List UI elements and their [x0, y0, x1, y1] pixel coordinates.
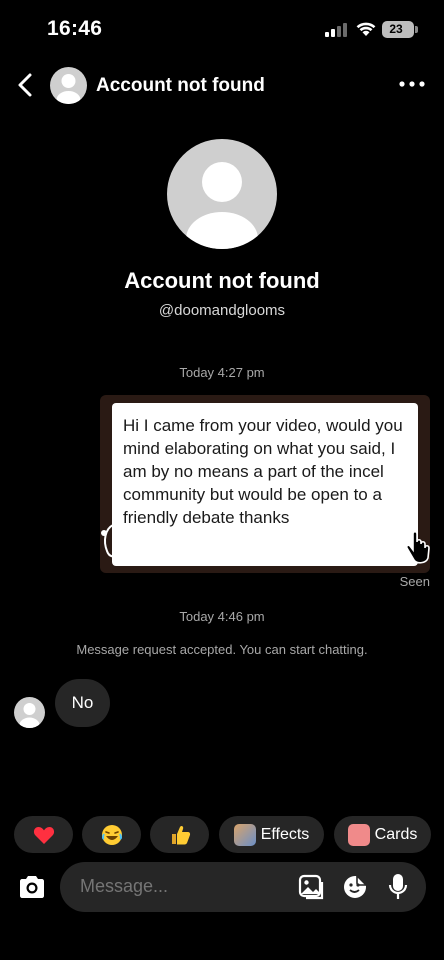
quick-heart-button[interactable] — [14, 816, 73, 853]
hand-pointer-icon — [405, 530, 430, 564]
more-options-icon[interactable] — [398, 78, 426, 90]
message-timestamp: Today 4:27 pm — [179, 365, 265, 380]
cards-button[interactable]: Cards — [334, 816, 431, 853]
default-user-icon — [19, 703, 40, 728]
back-arrow-icon[interactable] — [12, 70, 40, 100]
received-message-bubble[interactable]: No — [55, 679, 110, 727]
system-message: Message request accepted. You can start … — [76, 642, 368, 657]
sent-message-bubble[interactable]: Hi I came from your video, would you min… — [112, 403, 418, 566]
profile-name: Account not found — [124, 268, 320, 293]
laughing-face-icon — [101, 824, 122, 845]
red-heart-icon — [33, 826, 54, 844]
battery-cap — [415, 26, 418, 33]
message-timestamp: Today 4:46 pm — [179, 609, 265, 624]
sticker-icon[interactable] — [342, 874, 368, 900]
effects-label: Effects — [260, 825, 310, 843]
cards-label: Cards — [374, 825, 418, 843]
battery-level: 23 — [389, 22, 403, 36]
status-bar: 16:46 23 — [0, 0, 444, 58]
chat-header: Account not found — [0, 62, 444, 110]
profile-avatar[interactable] — [167, 139, 277, 249]
header-title[interactable]: Account not found — [96, 75, 265, 97]
cards-icon — [347, 823, 370, 846]
seen-indicator: Seen — [399, 574, 430, 589]
cellular-signal-icon — [325, 23, 347, 37]
profile-handle: @doomandglooms — [158, 302, 286, 319]
default-user-icon — [186, 162, 258, 249]
header-avatar[interactable] — [50, 67, 87, 104]
status-time: 16:46 — [47, 17, 103, 40]
quick-thumbs-up-button[interactable] — [150, 816, 209, 853]
quick-laugh-button[interactable] — [82, 816, 141, 853]
message-input[interactable] — [80, 876, 280, 897]
battery-icon: 23 — [382, 21, 414, 38]
thumbs-up-icon — [171, 825, 190, 844]
default-user-icon — [56, 74, 81, 104]
quick-reactions-bar: Effects Cards — [0, 816, 444, 854]
camera-icon[interactable] — [17, 872, 47, 902]
effects-button[interactable]: Effects — [219, 816, 324, 853]
message-composer — [60, 862, 426, 912]
scroll-curl-left-icon — [101, 524, 117, 558]
microphone-icon[interactable] — [388, 873, 408, 901]
wifi-icon — [356, 22, 376, 36]
gallery-icon[interactable] — [298, 874, 324, 900]
effects-icon — [233, 823, 256, 846]
sender-avatar[interactable] — [14, 697, 45, 728]
sent-message-text: Hi I came from your video, would you min… — [123, 416, 403, 527]
